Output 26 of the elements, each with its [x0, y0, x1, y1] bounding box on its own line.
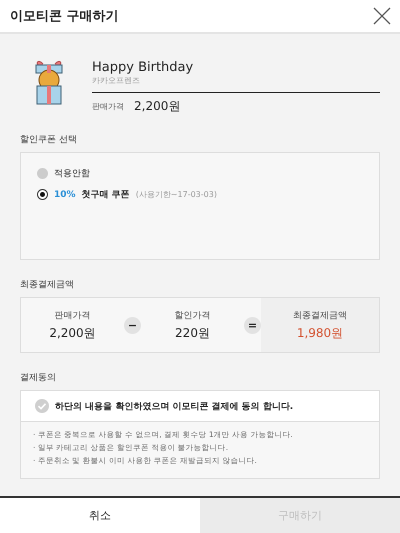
price-value: 2,200원 [134, 98, 180, 115]
close-icon[interactable] [372, 6, 392, 26]
price-label: 판매가격 [92, 101, 124, 112]
section-title: 결제동의 [20, 372, 57, 384]
expiry-date: (사용기한~17-03-03) [136, 189, 217, 200]
amount-value: 1,980원 [296, 324, 344, 342]
discount-percent: 10% [54, 190, 76, 200]
radio-button[interactable] [37, 168, 48, 179]
product-name: Happy Birthday [92, 60, 194, 75]
author-name: 카카오프렌즈 [92, 75, 380, 93]
window-title: 이모티콘 구매하기 [10, 8, 119, 25]
amount-label: 판매가격 [54, 310, 90, 322]
check-icon[interactable] [35, 399, 49, 413]
operator-sign: = [244, 316, 261, 334]
operator-sign: − [124, 316, 141, 334]
cancel-button[interactable]: 취소 [0, 498, 200, 533]
consent-text: 하단의 내용을 확인하였으며 이모티콘 결제에 동의 합니다. [55, 400, 294, 412]
amount-value: 220원 [175, 324, 210, 342]
section-title: 할인쿠폰 선택 [20, 134, 78, 146]
amount-value: 2,200원 [49, 324, 96, 342]
section-title: 최종결제금액 [20, 279, 75, 291]
radio-button[interactable] [37, 189, 48, 200]
amount-label: 할인가격 [174, 310, 210, 322]
coupon-label[interactable]: 첫구매 쿠폰 [82, 188, 130, 201]
coupon-label[interactable]: 적용안함 [54, 167, 90, 180]
amount-label: 최종결제금액 [293, 310, 347, 322]
